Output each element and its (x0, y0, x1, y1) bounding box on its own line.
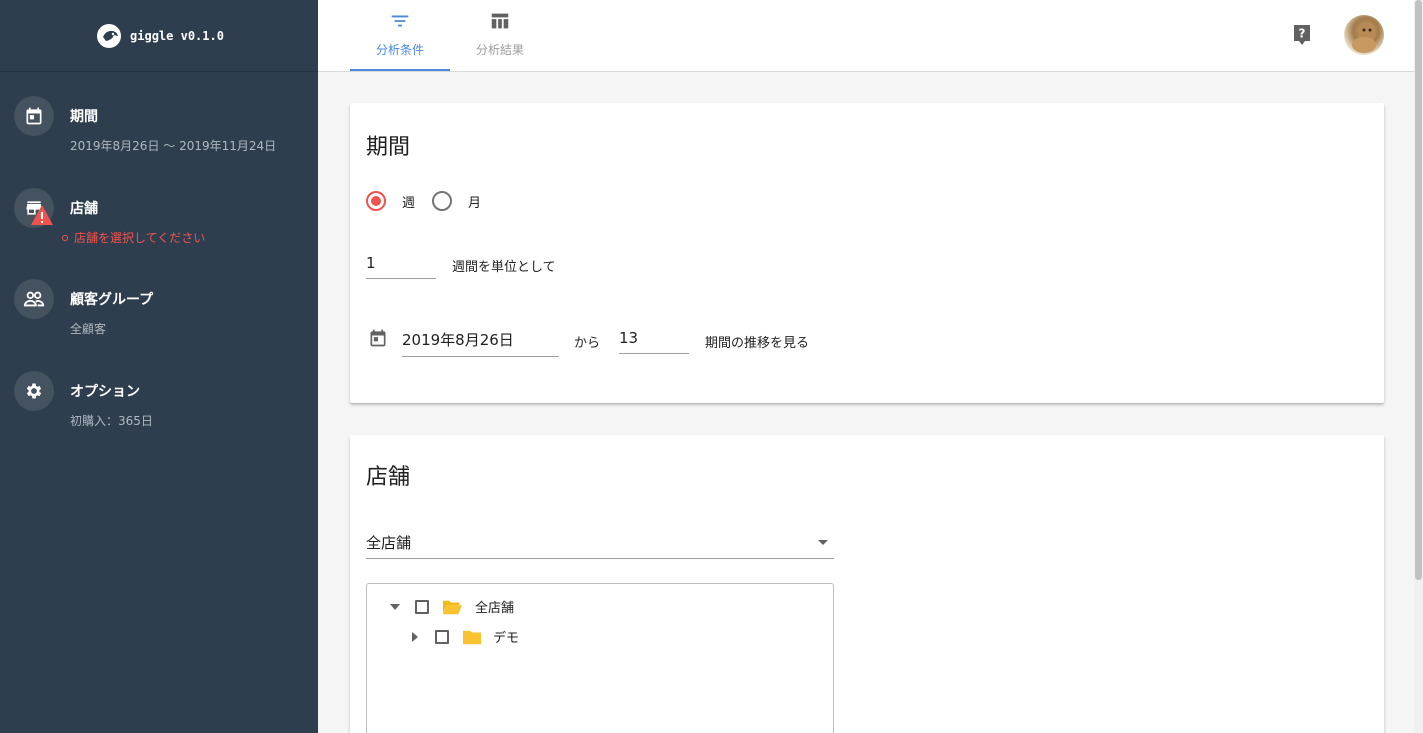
app-name: giggle v0.1.0 (130, 28, 224, 43)
table-icon (491, 13, 509, 29)
folder-icon (463, 630, 481, 644)
tab-label: 分析条件 (375, 43, 424, 57)
svg-text:?: ? (1299, 27, 1306, 41)
store-error-message: 店舗を選択してください (62, 229, 205, 246)
tree-node-demo[interactable]: デモ (409, 627, 519, 646)
sidebar-item-label: 期間 (70, 109, 98, 125)
sidebar: giggle v0.1.0 期間 2019年8月26日 〜 2019年11月24… (0, 0, 318, 733)
page-scrollbar[interactable] (1414, 0, 1423, 733)
caret-right-icon[interactable] (409, 631, 421, 643)
sidebar-item-subtitle: 全顧客 (70, 322, 107, 336)
gear-icon (14, 371, 54, 411)
count-suffix-label: 期間の推移を見る (705, 336, 810, 351)
sidebar-item-label: 店舗 (70, 201, 98, 217)
store-tree: 全店舗 デモ (366, 583, 834, 733)
help-icon[interactable]: ? (1292, 24, 1312, 46)
radio-week[interactable] (366, 191, 386, 211)
sidebar-item-label: オプション (70, 384, 140, 400)
warning-icon (31, 205, 53, 225)
unit-weeks-input[interactable]: 1 (366, 254, 436, 279)
dropdown-arrow-icon (818, 540, 828, 545)
date-picker-icon[interactable] (368, 328, 388, 348)
tab-analysis-conditions[interactable]: 分析条件 (350, 0, 450, 72)
store-select-value: 全店舗 (366, 534, 412, 552)
error-text: 店舗を選択してください (74, 231, 206, 245)
store-card-title: 店舗 (366, 465, 411, 490)
sidebar-item-subtitle: 初購入：365日 (70, 414, 153, 428)
sidebar-item-subtitle: 2019年8月26日 〜 2019年11月24日 (70, 139, 277, 153)
calendar-icon (14, 96, 54, 136)
store-card: 店舗 全店舗 全店舗 デモ (350, 435, 1384, 733)
radio-month-label: 月 (468, 196, 482, 211)
avatar-image-icon (1352, 22, 1376, 53)
folder-open-icon (443, 600, 462, 614)
caret-down-icon[interactable] (389, 601, 401, 613)
store-select[interactable]: 全店舗 (366, 532, 834, 559)
start-date-input[interactable]: 2019年8月26日 (402, 329, 559, 357)
period-card-title: 期間 (366, 135, 411, 160)
tree-node-all-stores[interactable]: 全店舗 (389, 597, 514, 616)
active-tab-indicator (350, 69, 450, 71)
scrollbar-thumb[interactable] (1415, 0, 1422, 580)
from-label: から (574, 336, 601, 351)
radio-month[interactable] (432, 191, 452, 211)
unit-suffix-label: 週間を単位として (452, 260, 556, 275)
checkbox[interactable] (415, 599, 429, 614)
period-count-input[interactable]: 13 (619, 329, 689, 354)
tab-label: 分析結果 (475, 43, 524, 57)
top-bar: 分析条件 分析結果 ? (318, 0, 1414, 72)
radio-week-label: 週 (402, 196, 416, 211)
period-card: 期間 週 月 1 週間を単位として 2019年8月26日 から 13 期間の推移… (350, 103, 1384, 403)
tab-analysis-results[interactable]: 分析結果 (450, 0, 550, 72)
error-bullet-icon (62, 234, 68, 241)
filter-icon (391, 15, 409, 27)
brand[interactable]: giggle v0.1.0 (0, 0, 318, 72)
sidebar-item-label: 顧客グループ (70, 292, 154, 308)
giggle-logo-icon (97, 23, 122, 48)
tree-node-label: デモ (493, 631, 520, 646)
people-icon (14, 279, 54, 319)
tree-node-label: 全店舗 (475, 601, 515, 616)
checkbox[interactable] (435, 629, 449, 644)
user-avatar[interactable] (1344, 15, 1384, 55)
